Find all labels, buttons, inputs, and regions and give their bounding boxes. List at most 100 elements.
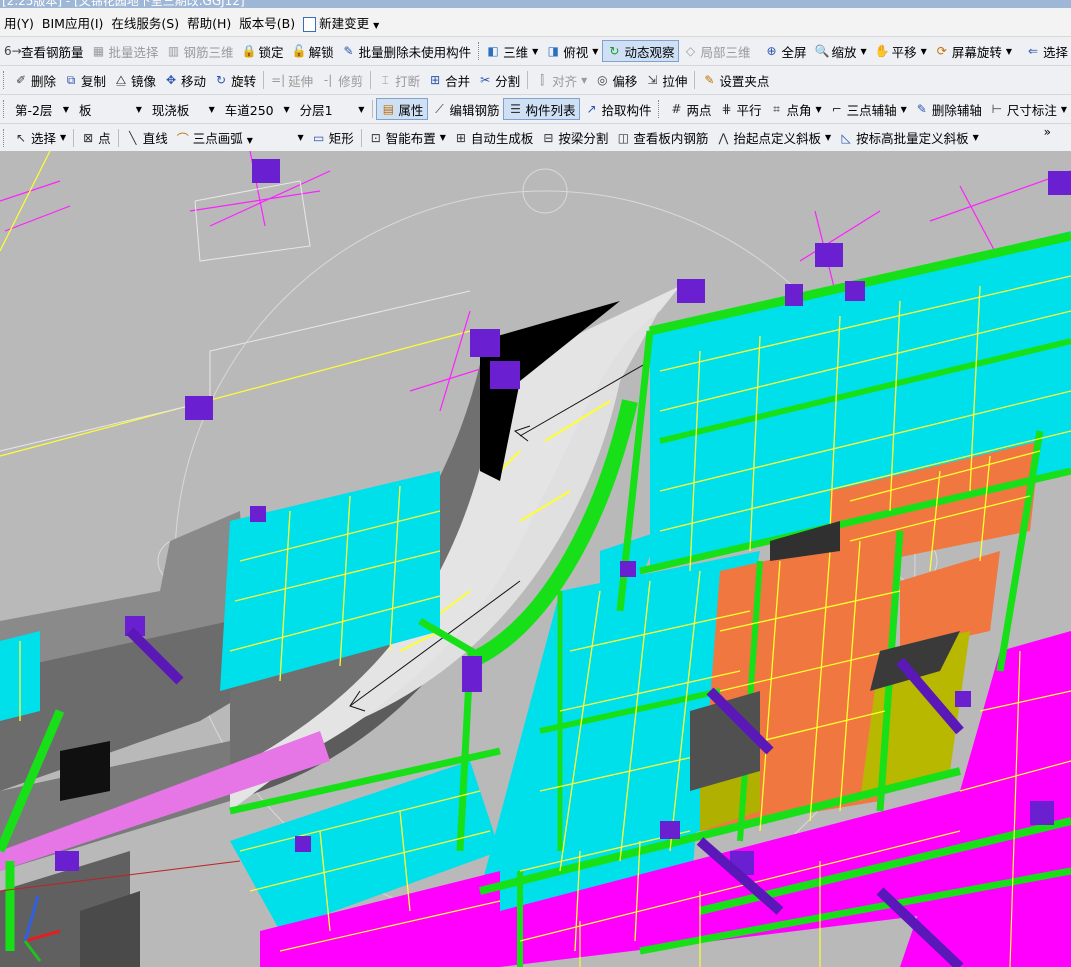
local-3d-label: 局部三维: [700, 44, 751, 60]
zoom-button[interactable]: 🔍 缩放 ▼: [810, 40, 870, 62]
point-button[interactable]: ⊠ 点: [77, 127, 115, 149]
select-label: 选择: [31, 131, 57, 146]
column[interactable]: [660, 821, 680, 839]
menu-help[interactable]: 帮助(H): [183, 13, 235, 32]
properties-button[interactable]: ▤ 属性: [376, 98, 429, 120]
chevron-down-icon: ▼: [373, 20, 380, 30]
top-view-button[interactable]: ◨ 俯视 ▼: [542, 40, 602, 62]
dimension-button[interactable]: ⊢ 尺寸标注 ▼: [986, 98, 1071, 120]
column[interactable]: [815, 243, 843, 267]
view-3d-button[interactable]: ◧ 三维 ▼: [482, 40, 542, 62]
point-angle-button[interactable]: ⌗ 点角 ▼: [765, 98, 825, 120]
menu-tools[interactable]: 用(Y): [0, 13, 38, 32]
lift-point-slope-button[interactable]: ⋀ 抬起点定义斜板 ▼: [712, 127, 835, 149]
fullscreen-button[interactable]: ⊕ 全屏: [760, 40, 810, 62]
rebar-3d-button[interactable]: ▥ 钢筋三维: [163, 40, 238, 62]
delete-button[interactable]: ✐ 删除: [10, 69, 60, 91]
menu-online[interactable]: 在线服务(S): [107, 13, 183, 32]
stretch-button[interactable]: ⇲ 拉伸: [641, 69, 691, 91]
column[interactable]: [845, 281, 865, 301]
column[interactable]: [250, 506, 266, 522]
parallel-axis-button[interactable]: ⋕ 平行: [715, 98, 765, 120]
copy-icon: ⧉: [66, 73, 76, 87]
delete-axis-button[interactable]: ✎ 删除辅轴: [911, 98, 986, 120]
auto-slab-label: 自动生成板: [470, 131, 534, 146]
stretch-label: 拉伸: [662, 73, 688, 89]
unlock-button[interactable]: 🔓 解锁: [288, 40, 338, 62]
menu-version[interactable]: 版本号(B): [235, 13, 299, 32]
column[interactable]: [1048, 171, 1071, 195]
column[interactable]: [677, 279, 705, 303]
auto-slab-button[interactable]: ⊞ 自动生成板: [450, 127, 538, 149]
view-rebar-label: 查看钢筋量: [21, 44, 84, 60]
align-button[interactable]: ⫿ 对齐 ▼: [531, 69, 591, 91]
trim-button[interactable]: -| 修剪: [317, 69, 367, 91]
toolbar-grip: [3, 128, 7, 147]
chevron-down-icon: ▼: [581, 75, 588, 85]
batch-slope-button[interactable]: ◺ 按标高批量定义斜板 ▼: [835, 127, 983, 149]
view-slab-rebar-icon: ◫: [617, 130, 630, 145]
lock-button[interactable]: 🔒 锁定: [238, 40, 288, 62]
rectangle-button[interactable]: ▭ 矩形: [308, 127, 358, 149]
toolbar-grip: [478, 42, 480, 60]
layer-select[interactable]: 分层1 ▼: [297, 100, 368, 119]
orbit-button[interactable]: ↻ 动态观察: [602, 40, 680, 62]
menu-new-change[interactable]: 新建变更 ▼: [299, 13, 383, 32]
column[interactable]: [1030, 801, 1054, 825]
column[interactable]: [490, 361, 520, 389]
column[interactable]: [620, 561, 636, 577]
view-rebar-button[interactable]: 6→ 查看钢筋量: [0, 40, 88, 62]
split-button[interactable]: ✂ 分割: [474, 69, 524, 91]
column[interactable]: [295, 836, 311, 852]
menu-bim[interactable]: BIM应用(I): [38, 13, 108, 32]
category-select[interactable]: 板 ▼: [76, 100, 145, 119]
column[interactable]: [55, 851, 79, 871]
type-select[interactable]: 现浇板 ▼: [149, 100, 218, 119]
column[interactable]: [462, 656, 482, 692]
3d-model-canvas[interactable]: [0, 151, 1071, 967]
split-by-beam-button[interactable]: ⊟ 按梁分割: [537, 127, 612, 149]
pick-component-button[interactable]: ↗ 拾取构件: [580, 98, 655, 120]
edit-rebar-button[interactable]: ⟋ 编辑钢筋: [428, 98, 503, 120]
batch-delete-button[interactable]: ✎ 批量删除未使用构件: [338, 40, 476, 62]
offset-button[interactable]: ◎ 偏移: [591, 69, 641, 91]
select-mode-button[interactable]: ⇐ 选择: [1022, 40, 1071, 62]
zoom-label: 缩放: [831, 44, 857, 60]
lift-point-slope-label: 抬起点定义斜板: [733, 131, 821, 146]
floor-select[interactable]: 第-2层 ▼: [12, 100, 72, 119]
three-point-axis-button[interactable]: ⌐ 三点辅轴 ▼: [826, 98, 911, 120]
toolbar-edit: ✐ 删除 ⧉ 复制 ⧋ 镜像 ✥ 移动 ↻ 旋转 =| 延伸 -| 修剪 ⌶ 打断 ⊞ 合并 ✂ 分…: [0, 66, 1071, 95]
move-button[interactable]: ✥ 移动: [160, 69, 210, 91]
break-button[interactable]: ⌶ 打断: [374, 69, 424, 91]
merge-button[interactable]: ⊞ 合并: [424, 69, 474, 91]
two-point-axis-button[interactable]: # 两点: [665, 98, 715, 120]
top-view-icon: ◨: [547, 44, 559, 58]
rotate-button[interactable]: ↻ 旋转: [210, 69, 260, 91]
mirror-button[interactable]: ⧋ 镜像: [110, 69, 160, 91]
smart-layout-button[interactable]: ⊡ 智能布置 ▼: [365, 127, 450, 149]
local-3d-button[interactable]: ◇ 局部三维: [679, 40, 754, 62]
column[interactable]: [955, 691, 971, 707]
batch-delete-label: 批量删除未使用构件: [358, 44, 472, 60]
component-list-button[interactable]: ☰ 构件列表: [503, 98, 581, 120]
line-button[interactable]: ╲ 直线: [122, 127, 172, 149]
toolbar-overflow-button[interactable]: »: [1044, 125, 1051, 139]
pan-button[interactable]: ✋ 平移 ▼: [871, 40, 931, 62]
column[interactable]: [252, 159, 280, 183]
screen-rotate-button[interactable]: ⟳ 屏幕旋转 ▼: [931, 40, 1016, 62]
3d-viewport[interactable]: [0, 151, 1071, 967]
extend-button[interactable]: =| 延伸: [267, 69, 317, 91]
column[interactable]: [470, 329, 500, 357]
view-slab-rebar-button[interactable]: ◫ 查看板内钢筋: [612, 127, 712, 149]
rectangle-label: 矩形: [328, 131, 354, 146]
parallel-axis-label: 平行: [736, 102, 762, 118]
column[interactable]: [185, 396, 213, 420]
grip-point-button[interactable]: ✎ 设置夹点: [698, 69, 773, 91]
copy-button[interactable]: ⧉ 复制: [60, 69, 110, 91]
batch-slope-label: 按标高批量定义斜板: [856, 131, 969, 146]
component-select[interactable]: 车道250 ▼: [222, 100, 293, 119]
arc-mode-select[interactable]: ⌒ 三点画弧 ▼ ▼: [172, 127, 308, 149]
select-button[interactable]: ↖ 选择 ▼: [10, 127, 70, 149]
column[interactable]: [785, 284, 803, 306]
batch-select-button[interactable]: ▦ 批量选择: [88, 40, 163, 62]
